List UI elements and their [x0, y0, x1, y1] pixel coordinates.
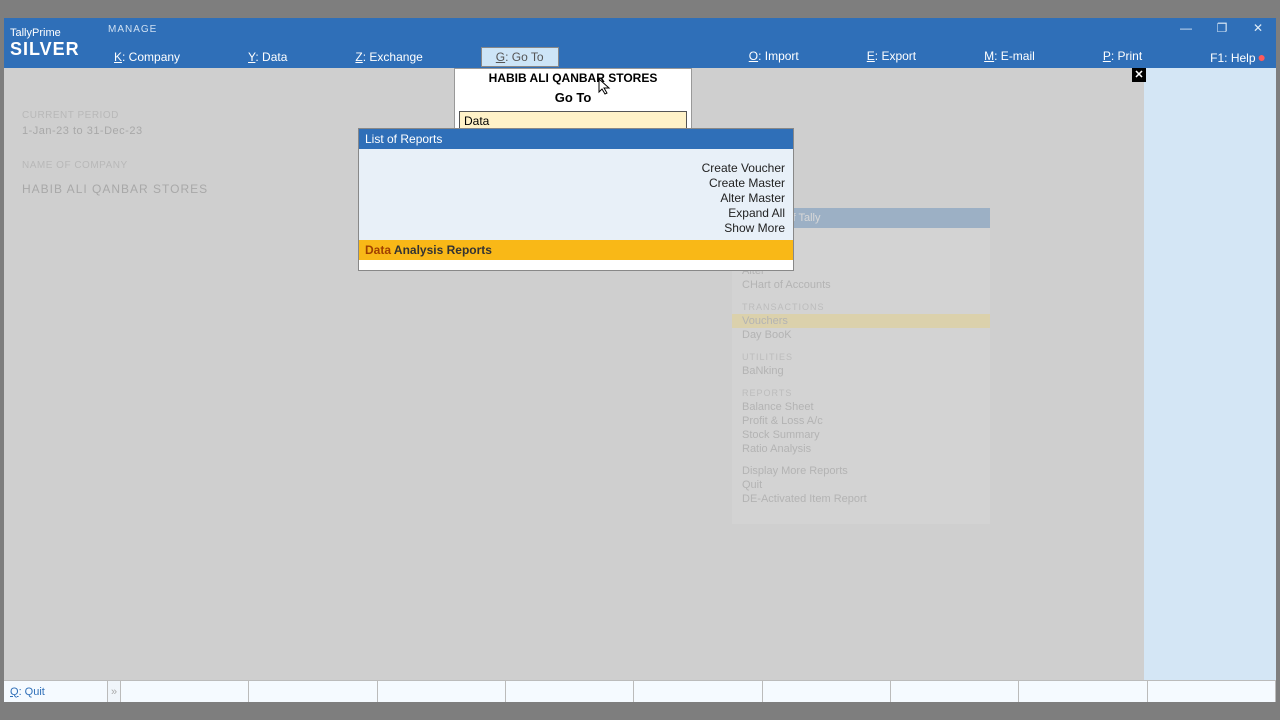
main-menu: K: Company Y: Data Z: Exchange G: Go To … — [104, 46, 1276, 68]
gateway-pl[interactable]: Profit & Loss A/c — [732, 414, 990, 428]
close-button[interactable]: ✕ — [1240, 18, 1276, 38]
bottom-slot — [891, 681, 1019, 702]
app-name-line2: SILVER — [10, 39, 80, 60]
menu-exchange[interactable]: Z: Exchange — [345, 47, 432, 67]
gateway-balance[interactable]: Balance Sheet — [732, 400, 990, 414]
bottom-bar: Q: Quit » — [4, 680, 1276, 702]
panel-close-icon[interactable]: ✕ — [1132, 68, 1146, 82]
app-name-line1: TallyPrime — [10, 27, 80, 39]
bottom-quit[interactable]: Q: Quit — [4, 681, 108, 702]
goto-company-name: HABIB ALI QANBAR STORES — [455, 69, 691, 87]
bottom-slot — [506, 681, 634, 702]
menu-help[interactable]: F1: Help● — [1200, 46, 1276, 68]
menu-print[interactable]: P: Print — [1093, 46, 1152, 68]
bottom-slot — [763, 681, 891, 702]
main-panel: CURRENT PERIOD 1-Jan-23 to 31-Dec-23 NAM… — [4, 68, 1144, 680]
gateway-banking[interactable]: BaNking — [732, 364, 990, 378]
bottom-separator: » — [108, 681, 121, 702]
menu-import[interactable]: O: Import — [739, 46, 809, 68]
period-label: CURRENT PERIOD — [22, 110, 143, 121]
menu-export[interactable]: E: Export — [857, 46, 926, 68]
gateway-stock[interactable]: Stock Summary — [732, 428, 990, 442]
goto-dialog: HABIB ALI QANBAR STORES Go To — [454, 68, 692, 136]
gateway-more-reports[interactable]: Display More Reports — [732, 464, 990, 478]
report-result-highlighted[interactable]: Data Analysis Reports — [359, 240, 793, 260]
menu-email[interactable]: M: E-mail — [974, 46, 1045, 68]
manage-label[interactable]: MANAGE — [108, 24, 157, 35]
action-alter-master[interactable]: Alter Master — [367, 191, 785, 206]
action-create-master[interactable]: Create Master — [367, 176, 785, 191]
bottom-slot — [249, 681, 377, 702]
bottom-slot — [1019, 681, 1147, 702]
company-label: NAME OF COMPANY — [22, 160, 208, 171]
gateway-ratio[interactable]: Ratio Analysis — [732, 442, 990, 456]
bottom-slot — [634, 681, 762, 702]
reports-header: List of Reports — [359, 129, 793, 149]
title-bar: TallyPrime SILVER MANAGE — ❐ ✕ K: Compan… — [4, 18, 1276, 68]
menu-data[interactable]: Y: Data — [238, 47, 297, 67]
gateway-quit[interactable]: Quit — [732, 478, 990, 492]
gateway-daybook[interactable]: Day BooK — [732, 328, 990, 342]
bottom-slot — [121, 681, 249, 702]
reports-list-panel: List of Reports Create Voucher Create Ma… — [358, 128, 794, 271]
gateway-chart[interactable]: CHart of Accounts — [732, 278, 990, 292]
action-expand-all[interactable]: Expand All — [367, 206, 785, 221]
maximize-button[interactable]: ❐ — [1204, 18, 1240, 38]
menu-goto[interactable]: G: Go To — [481, 47, 559, 67]
menu-company[interactable]: K: Company — [104, 47, 190, 67]
gateway-vouchers[interactable]: Vouchers — [732, 314, 990, 328]
right-sidebar — [1146, 68, 1276, 680]
period-value: 1-Jan-23 to 31-Dec-23 — [22, 125, 143, 137]
minimize-button[interactable]: — — [1168, 18, 1204, 38]
action-create-voucher[interactable]: Create Voucher — [367, 161, 785, 176]
goto-title: Go To — [455, 87, 691, 111]
bottom-slot — [378, 681, 506, 702]
gateway-deactivated[interactable]: DE-Activated Item Report — [732, 492, 990, 506]
bottom-slot — [1148, 681, 1276, 702]
action-show-more[interactable]: Show More — [367, 221, 785, 236]
company-value: HABIB ALI QANBAR STORES — [22, 182, 208, 196]
